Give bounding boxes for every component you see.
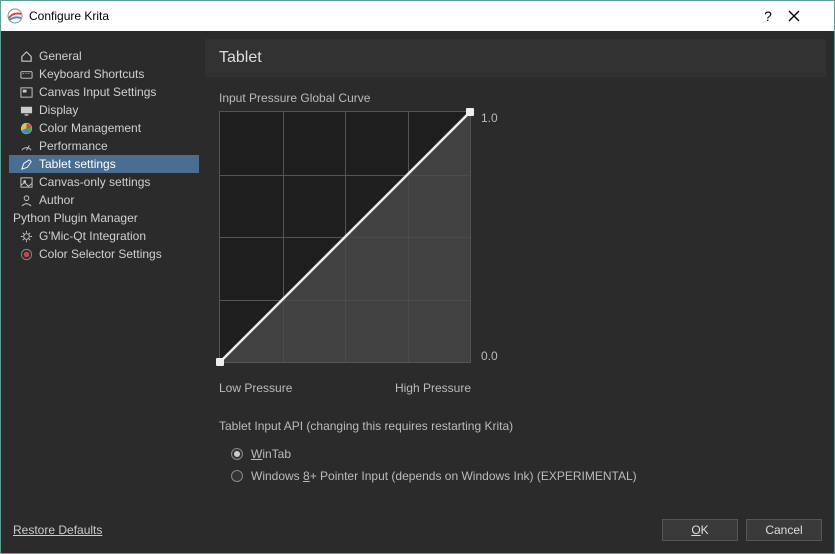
sidebar-item-keyboard-shortcuts[interactable]: Keyboard Shortcuts [9, 65, 199, 83]
panel-body: Input Pressure Global Curve [205, 77, 826, 513]
sidebar-item-label: Author [39, 193, 74, 207]
sidebar-item-label: G'Mic-Qt Integration [39, 229, 146, 243]
radio-wintab-label: WinTab [251, 447, 291, 461]
sidebar-item-label: Keyboard Shortcuts [39, 67, 144, 81]
sidebar: General Keyboard Shortcuts Canvas Input … [9, 39, 199, 513]
sidebar-item-display[interactable]: Display [9, 101, 199, 119]
y-axis-labels: 1.0 0.0 [471, 111, 498, 363]
sidebar-item-canvas-only[interactable]: Canvas-only settings [9, 173, 199, 191]
sidebar-item-general[interactable]: General [9, 47, 199, 65]
titlebar: Configure Krita ? [1, 1, 834, 31]
curve-line [220, 112, 470, 362]
x-left-label: Low Pressure [219, 381, 292, 395]
image-icon [19, 175, 33, 189]
gauge-icon [19, 139, 33, 153]
panel-title: Tablet [205, 39, 826, 77]
cancel-button[interactable]: Cancel [746, 519, 822, 541]
sidebar-item-label: Color Management [39, 121, 141, 135]
sidebar-item-gmic[interactable]: G'Mic-Qt Integration [9, 227, 199, 245]
help-button[interactable]: ? [748, 8, 788, 24]
y-bottom-label: 0.0 [481, 349, 498, 363]
ok-button[interactable]: OK [662, 519, 738, 541]
sidebar-item-color-selector[interactable]: Color Selector Settings [9, 245, 199, 263]
krita-app-icon [7, 8, 23, 24]
dialog-footer: Restore Defaults OK Cancel [1, 513, 834, 553]
y-top-label: 1.0 [481, 111, 498, 125]
curve-row: 1.0 0.0 [219, 111, 812, 363]
close-button[interactable] [788, 10, 828, 22]
restore-defaults-button[interactable]: Restore Defaults [13, 519, 102, 541]
color-selector-icon [19, 247, 33, 261]
sidebar-item-label: Canvas-only settings [39, 175, 150, 189]
pen-icon [19, 157, 33, 171]
home-icon [19, 49, 33, 63]
x-right-label: High Pressure [395, 381, 471, 395]
canvas-input-icon [19, 85, 33, 99]
api-section-title: Tablet Input API (changing this requires… [219, 419, 812, 433]
radio-wintab[interactable]: WinTab [219, 443, 812, 465]
app-window: Configure Krita ? General Keyboard Short… [0, 0, 835, 554]
content-panel: Tablet Input Pressure Global Curve [205, 39, 826, 513]
x-axis-labels: Low Pressure High Pressure [219, 381, 471, 395]
radio-windows-pointer-label: Windows 8+ Pointer Input (depends on Win… [251, 469, 637, 483]
pressure-curve-editor[interactable] [219, 111, 471, 363]
keyboard-icon [19, 67, 33, 81]
radio-button-icon [231, 448, 243, 460]
display-icon [19, 103, 33, 117]
sidebar-item-author[interactable]: Author [9, 191, 199, 209]
sidebar-item-label: General [39, 49, 82, 63]
sidebar-item-canvas-input[interactable]: Canvas Input Settings [9, 83, 199, 101]
radio-button-icon [231, 470, 243, 482]
sidebar-item-tablet-settings[interactable]: Tablet settings [9, 155, 199, 173]
tablet-api-section: Tablet Input API (changing this requires… [219, 419, 812, 487]
curve-label: Input Pressure Global Curve [219, 91, 812, 105]
dialog-body: General Keyboard Shortcuts Canvas Input … [1, 31, 834, 513]
sidebar-item-color-management[interactable]: Color Management [9, 119, 199, 137]
curve-handle-end[interactable] [466, 108, 474, 116]
sidebar-item-label: Tablet settings [39, 157, 116, 171]
curve-handle-start[interactable] [216, 358, 224, 366]
sidebar-item-performance[interactable]: Performance [9, 137, 199, 155]
gear-icon [19, 229, 33, 243]
person-icon [19, 193, 33, 207]
sidebar-item-label: Canvas Input Settings [39, 85, 156, 99]
sidebar-item-label: Display [39, 103, 78, 117]
sidebar-item-label: Color Selector Settings [39, 247, 162, 261]
sidebar-item-python-plugin[interactable]: Python Plugin Manager [9, 209, 199, 227]
window-title: Configure Krita [29, 9, 748, 23]
sidebar-item-label: Performance [39, 139, 108, 153]
sidebar-item-label: Python Plugin Manager [13, 211, 138, 225]
color-wheel-icon [19, 121, 33, 135]
radio-windows-pointer[interactable]: Windows 8+ Pointer Input (depends on Win… [219, 465, 812, 487]
